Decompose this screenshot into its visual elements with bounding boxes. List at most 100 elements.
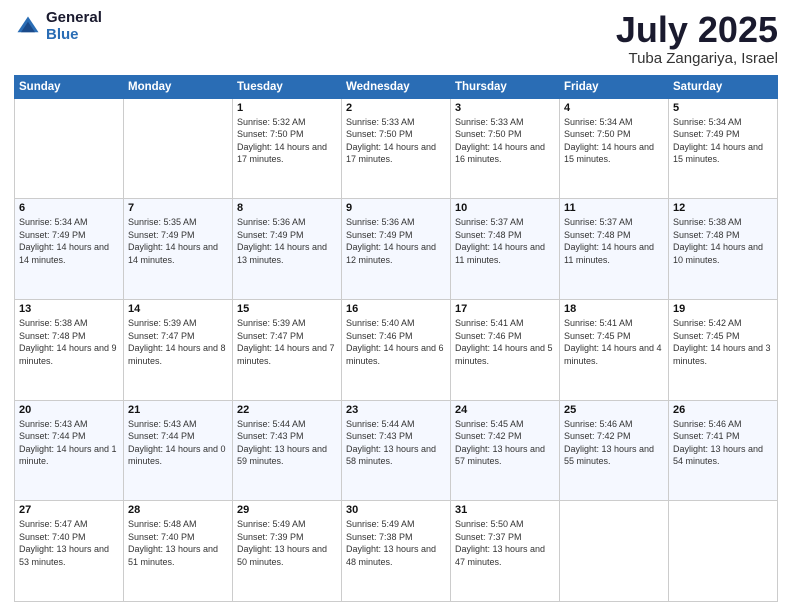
calendar-cell: 22 Sunrise: 5:44 AM Sunset: 7:43 PM Dayli… [233, 400, 342, 501]
day-number: 1 [237, 102, 337, 114]
calendar-cell: 13Sunrise: 5:38 AM Sunset: 7:48 PM Dayli… [15, 299, 124, 400]
day-number: 23 [346, 404, 446, 416]
day-number: 26 [673, 404, 773, 416]
logo-text: General Blue [46, 10, 102, 43]
week-row-4: 20 Sunrise: 5:43 AM Sunset: 7:44 PM Dayli… [15, 400, 778, 501]
cell-info: Sunrise: 5:39 AM Sunset: 7:47 PM Dayligh… [237, 317, 337, 367]
day-number: 17 [455, 303, 555, 315]
calendar-cell: 8 Sunrise: 5:36 AM Sunset: 7:49 PM Daylig… [233, 199, 342, 300]
calendar-cell: 3Sunrise: 5:33 AM Sunset: 7:50 PM Daylig… [451, 98, 560, 199]
day-number: 12 [673, 202, 773, 214]
calendar-cell: 26 Sunrise: 5:46 AM Sunset: 7:41 PM Dayli… [669, 400, 778, 501]
day-number: 2 [346, 102, 446, 114]
cell-info: Sunrise: 5:36 AM Sunset: 7:49 PM Dayligh… [237, 216, 337, 266]
calendar-cell: 2 Sunrise: 5:33 AM Sunset: 7:50 PM Daylig… [342, 98, 451, 199]
day-number: 9 [346, 202, 446, 214]
calendar-cell: 27 Sunrise: 5:47 AM Sunset: 7:40 PM Dayli… [15, 501, 124, 602]
cell-info: Sunrise: 5:49 AM Sunset: 7:39 PM Dayligh… [237, 518, 337, 568]
day-number: 8 [237, 202, 337, 214]
calendar-cell: 23 Sunrise: 5:44 AM Sunset: 7:43 PM Dayli… [342, 400, 451, 501]
cell-info: Sunrise: 5:46 AM Sunset: 7:42 PM Dayligh… [564, 418, 664, 468]
day-number: 21 [128, 404, 228, 416]
cell-info: Sunrise: 5:44 AM Sunset: 7:43 PM Dayligh… [346, 418, 446, 468]
day-number: 16 [346, 303, 446, 315]
day-number: 3 [455, 102, 555, 114]
cell-info: Sunrise: 5:42 AM Sunset: 7:45 PM Dayligh… [673, 317, 773, 367]
weekday-header-thursday: Thursday [451, 75, 560, 98]
cell-info: Sunrise: 5:33 AM Sunset: 7:50 PM Dayligh… [346, 116, 446, 166]
day-number: 20 [19, 404, 119, 416]
weekday-header-friday: Friday [560, 75, 669, 98]
day-number: 14 [128, 303, 228, 315]
day-number: 6 [19, 202, 119, 214]
week-row-1: 1 Sunrise: 5:32 AM Sunset: 7:50 PM Daylig… [15, 98, 778, 199]
weekday-header-tuesday: Tuesday [233, 75, 342, 98]
calendar-cell: 25Sunrise: 5:46 AM Sunset: 7:42 PM Dayli… [560, 400, 669, 501]
month-title: July 2025 [616, 10, 778, 50]
calendar-cell: 30 Sunrise: 5:49 AM Sunset: 7:38 PM Dayli… [342, 501, 451, 602]
day-number: 31 [455, 504, 555, 516]
logo: General Blue [14, 10, 102, 43]
cell-info: Sunrise: 5:49 AM Sunset: 7:38 PM Dayligh… [346, 518, 446, 568]
logo-general: General [46, 10, 102, 27]
calendar-cell: 10 Sunrise: 5:37 AM Sunset: 7:48 PM Dayli… [451, 199, 560, 300]
day-number: 29 [237, 504, 337, 516]
calendar-table: SundayMondayTuesdayWednesdayThursdayFrid… [14, 75, 778, 602]
cell-info: Sunrise: 5:44 AM Sunset: 7:43 PM Dayligh… [237, 418, 337, 468]
day-number: 18 [564, 303, 664, 315]
cell-info: Sunrise: 5:34 AM Sunset: 7:49 PM Dayligh… [673, 116, 773, 166]
weekday-header-saturday: Saturday [669, 75, 778, 98]
logo-icon [14, 13, 42, 41]
header: General Blue July 2025 Tuba Zangariya, I… [14, 10, 778, 67]
calendar-cell: 31 Sunrise: 5:50 AM Sunset: 7:37 PM Dayli… [451, 501, 560, 602]
location: Tuba Zangariya, Israel [616, 50, 778, 67]
calendar-cell: 12 Sunrise: 5:38 AM Sunset: 7:48 PM Dayli… [669, 199, 778, 300]
weekday-header-row: SundayMondayTuesdayWednesdayThursdayFrid… [15, 75, 778, 98]
week-row-3: 13Sunrise: 5:38 AM Sunset: 7:48 PM Dayli… [15, 299, 778, 400]
calendar-cell: 21Sunrise: 5:43 AM Sunset: 7:44 PM Dayli… [124, 400, 233, 501]
weekday-header-monday: Monday [124, 75, 233, 98]
day-number: 11 [564, 202, 664, 214]
cell-info: Sunrise: 5:40 AM Sunset: 7:46 PM Dayligh… [346, 317, 446, 367]
calendar-cell: 18Sunrise: 5:41 AM Sunset: 7:45 PM Dayli… [560, 299, 669, 400]
day-number: 15 [237, 303, 337, 315]
calendar-page: General Blue July 2025 Tuba Zangariya, I… [0, 0, 792, 612]
cell-info: Sunrise: 5:43 AM Sunset: 7:44 PM Dayligh… [19, 418, 119, 468]
cell-info: Sunrise: 5:36 AM Sunset: 7:49 PM Dayligh… [346, 216, 446, 266]
cell-info: Sunrise: 5:34 AM Sunset: 7:50 PM Dayligh… [564, 116, 664, 166]
calendar-cell: 4 Sunrise: 5:34 AM Sunset: 7:50 PM Daylig… [560, 98, 669, 199]
cell-info: Sunrise: 5:45 AM Sunset: 7:42 PM Dayligh… [455, 418, 555, 468]
day-number: 5 [673, 102, 773, 114]
cell-info: Sunrise: 5:38 AM Sunset: 7:48 PM Dayligh… [19, 317, 119, 367]
cell-info: Sunrise: 5:50 AM Sunset: 7:37 PM Dayligh… [455, 518, 555, 568]
calendar-cell: 1 Sunrise: 5:32 AM Sunset: 7:50 PM Daylig… [233, 98, 342, 199]
day-number: 28 [128, 504, 228, 516]
calendar-cell: 28 Sunrise: 5:48 AM Sunset: 7:40 PM Dayli… [124, 501, 233, 602]
day-number: 30 [346, 504, 446, 516]
cell-info: Sunrise: 5:46 AM Sunset: 7:41 PM Dayligh… [673, 418, 773, 468]
logo-blue: Blue [46, 27, 102, 44]
cell-info: Sunrise: 5:41 AM Sunset: 7:46 PM Dayligh… [455, 317, 555, 367]
calendar-cell [560, 501, 669, 602]
weekday-header-wednesday: Wednesday [342, 75, 451, 98]
title-block: July 2025 Tuba Zangariya, Israel [616, 10, 778, 67]
day-number: 10 [455, 202, 555, 214]
weekday-header-sunday: Sunday [15, 75, 124, 98]
day-number: 27 [19, 504, 119, 516]
calendar-cell: 14Sunrise: 5:39 AM Sunset: 7:47 PM Dayli… [124, 299, 233, 400]
cell-info: Sunrise: 5:32 AM Sunset: 7:50 PM Dayligh… [237, 116, 337, 166]
day-number: 7 [128, 202, 228, 214]
calendar-cell: 16 Sunrise: 5:40 AM Sunset: 7:46 PM Dayli… [342, 299, 451, 400]
cell-info: Sunrise: 5:37 AM Sunset: 7:48 PM Dayligh… [455, 216, 555, 266]
week-row-5: 27 Sunrise: 5:47 AM Sunset: 7:40 PM Dayli… [15, 501, 778, 602]
cell-info: Sunrise: 5:38 AM Sunset: 7:48 PM Dayligh… [673, 216, 773, 266]
day-number: 22 [237, 404, 337, 416]
day-number: 4 [564, 102, 664, 114]
calendar-cell: 11Sunrise: 5:37 AM Sunset: 7:48 PM Dayli… [560, 199, 669, 300]
calendar-cell: 15 Sunrise: 5:39 AM Sunset: 7:47 PM Dayli… [233, 299, 342, 400]
day-number: 19 [673, 303, 773, 315]
cell-info: Sunrise: 5:35 AM Sunset: 7:49 PM Dayligh… [128, 216, 228, 266]
cell-info: Sunrise: 5:48 AM Sunset: 7:40 PM Dayligh… [128, 518, 228, 568]
calendar-cell: 17 Sunrise: 5:41 AM Sunset: 7:46 PM Dayli… [451, 299, 560, 400]
cell-info: Sunrise: 5:47 AM Sunset: 7:40 PM Dayligh… [19, 518, 119, 568]
